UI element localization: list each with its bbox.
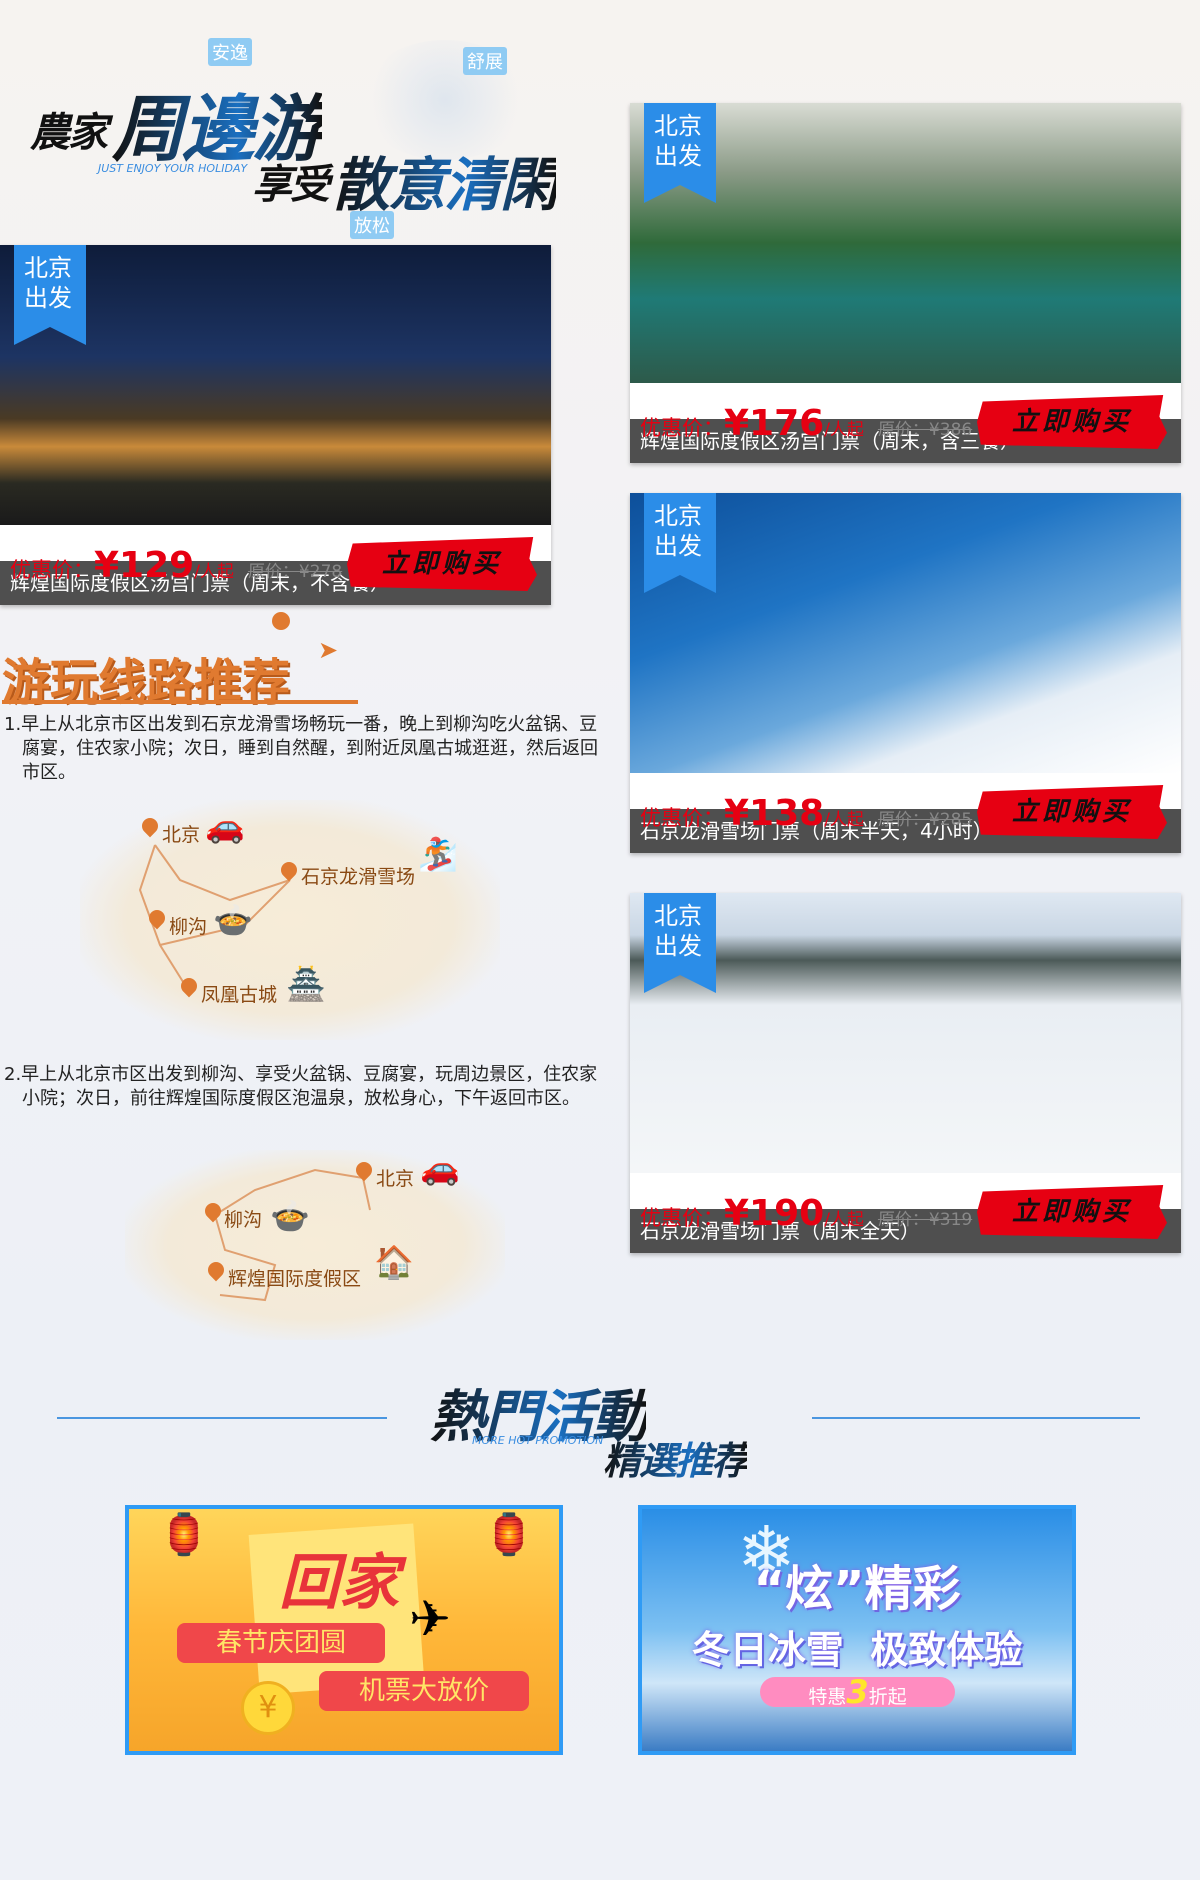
hero-title-prefix: 農家	[30, 110, 108, 156]
price-row: 优惠价：¥190/人起 原价：¥319	[640, 1193, 973, 1234]
banner-headline: 回家	[279, 1548, 399, 1618]
banner-line1: 春节庆团圆	[177, 1623, 385, 1663]
temple-icon: 🏯	[286, 965, 326, 1003]
route-description: 1.早上从北京市区出发到石京龙滑雪场畅玩一番，晚上到柳沟吃火盆锅、豆腐宴，住农家…	[4, 714, 598, 783]
hotpot-icon: 🍲	[270, 1197, 310, 1235]
skier-icon: 🏂	[418, 835, 458, 873]
map-label: 柳沟	[224, 1209, 263, 1231]
car-icon: 🚗	[205, 807, 245, 845]
page: 安逸 舒展 放松 農家 周邊游 JUST ENJOY YOUR HOLIDAY …	[0, 0, 1200, 1880]
hot-english: MORE HOT PROMOTION	[472, 1434, 604, 1447]
decor-dot	[272, 612, 290, 630]
map-label: 凤凰古城	[201, 984, 278, 1006]
buy-now-button[interactable]: 立即购买	[977, 1185, 1167, 1239]
map-label: 北京	[162, 824, 201, 846]
hero-subtitle: 散意清閑	[332, 138, 558, 222]
departure-ribbon-text: 北京出发	[24, 254, 72, 312]
house-icon: 🏠	[374, 1243, 414, 1281]
banner-line2: 机票大放价	[319, 1671, 529, 1711]
car-icon: 🚗	[420, 1149, 460, 1187]
map-label: 柳沟	[169, 916, 208, 938]
hotpot-icon: 🍲	[213, 901, 253, 939]
routes-title-underline	[2, 700, 358, 704]
discount-badge: 特惠3折起	[760, 1676, 955, 1708]
lantern-icon: 🏮	[159, 1512, 209, 1558]
divider-right	[812, 1417, 1140, 1419]
winter-snow-banner[interactable]: ❄ “炫”精彩 冬日冰雪 极致体验 特惠3折起	[638, 1505, 1076, 1755]
map-label: 北京	[376, 1168, 415, 1190]
hero-subtitle-prefix: 享受	[252, 162, 330, 208]
product-card[interactable]: 北京 出发 辉煌国际度假区汤宫门票（周末，含三餐） 优惠价：¥176/人起 原价：¥…	[630, 103, 1181, 463]
tag-anyi: 安逸	[208, 38, 252, 66]
hero-english: JUST ENJOY YOUR HOLIDAY	[98, 162, 248, 175]
map-label: 辉煌国际度假区	[228, 1268, 362, 1290]
lantern-icon: 🏮	[484, 1512, 534, 1558]
banner-headline: “炫”精彩	[753, 1561, 961, 1617]
price-row: 优惠价：¥138/人起 原价：¥285	[640, 793, 973, 834]
hot-subtitle: 精選推荐	[603, 1430, 749, 1485]
price-row: 优惠价：¥176/人起 原价：¥386	[640, 403, 973, 444]
divider-left	[57, 1417, 387, 1419]
airplane-icon: ✈	[409, 1590, 451, 1648]
buy-now-button[interactable]: 立即购买	[977, 395, 1167, 449]
map-label: 石京龙滑雪场	[301, 866, 416, 888]
route-description: 2.早上从北京市区出发到柳沟、享受火盆锅、豆腐宴，玩周边景区，住农家小院；次日，…	[4, 1064, 598, 1109]
price-row: 优惠价：¥129/人起 原价：¥278	[10, 545, 343, 586]
buy-now-button[interactable]: 立即购买	[347, 537, 537, 591]
tag-shuzhan: 舒展	[463, 47, 507, 75]
product-card[interactable]: 北京 出发 石京龙滑雪场门票（周末半天，4小时） 优惠价：¥138/人起 原价：¥2…	[630, 493, 1181, 853]
banner-line1: 冬日冰雪 极致体验	[691, 1628, 1023, 1672]
product-card[interactable]: 北京出发 辉煌国际度假区汤宫门票（周末，不含餐） 优惠价：¥129/人起 原价：¥…	[0, 245, 551, 605]
spring-festival-banner[interactable]: 回家 ✈ 春节庆团圆 机票大放价 ¥ 🏮 🏮	[125, 1505, 563, 1755]
paper-plane-icon: ➤	[318, 636, 339, 664]
product-card[interactable]: 北京 出发 石京龙滑雪场门票（周末全天） 优惠价：¥190/人起 原价：¥319 立…	[630, 893, 1181, 1253]
coin-icon: ¥	[241, 1681, 295, 1735]
buy-now-button[interactable]: 立即购买	[977, 785, 1167, 839]
